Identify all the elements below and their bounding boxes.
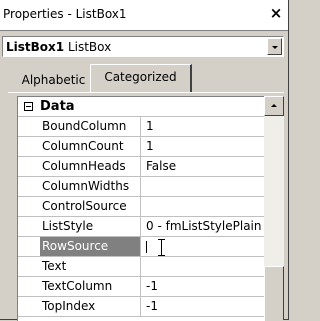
- property-row[interactable]: ColumnHeads False: [18, 157, 265, 177]
- chevron-down-icon: [272, 46, 278, 49]
- ibeam-cursor-icon: [158, 239, 165, 256]
- tab-categorized[interactable]: Categorized: [90, 64, 192, 93]
- property-value[interactable]: 0 - fmListStylePlain: [141, 217, 265, 236]
- tab-strip-edge: [8, 92, 284, 93]
- window-title: Properties - ListBox1: [3, 7, 127, 21]
- chevron-up-icon: [271, 104, 277, 107]
- property-row[interactable]: ColumnWidths: [18, 177, 265, 197]
- property-name: BoundColumn: [40, 117, 141, 136]
- vertical-scrollbar[interactable]: [264, 96, 284, 320]
- property-row[interactable]: TextColumn -1: [18, 277, 265, 297]
- title-bar[interactable]: Properties - ListBox1 ×: [0, 0, 288, 31]
- property-row[interactable]: ControlSource: [18, 197, 265, 217]
- property-value[interactable]: 1: [141, 117, 265, 136]
- scroll-up-button[interactable]: [264, 96, 284, 116]
- property-value[interactable]: 1: [141, 137, 265, 156]
- dropdown-button[interactable]: [267, 38, 282, 55]
- tab-alphabetic[interactable]: Alphabetic: [17, 68, 90, 92]
- property-grid: Data BoundColumn 1 ColumnCount 1 ColumnH…: [17, 96, 265, 321]
- property-value[interactable]: [141, 177, 265, 196]
- property-value[interactable]: -1: [141, 277, 265, 296]
- property-value-input[interactable]: [141, 237, 265, 256]
- property-row[interactable]: BoundColumn 1: [18, 117, 265, 137]
- property-row[interactable]: ListStyle 0 - fmListStylePlain: [18, 217, 265, 237]
- text-caret: [146, 241, 147, 253]
- property-row-selected[interactable]: RowSource: [18, 237, 265, 257]
- property-name: Text: [40, 257, 141, 276]
- property-name: ListStyle: [40, 217, 141, 236]
- property-name: TopIndex: [40, 297, 141, 316]
- close-icon[interactable]: ×: [269, 5, 283, 22]
- object-selector-text: ListBox1 ListBox: [6, 40, 111, 54]
- property-value[interactable]: False: [141, 157, 265, 176]
- scroll-thumb[interactable]: [264, 266, 284, 320]
- property-row[interactable]: Text: [18, 257, 265, 277]
- category-row-data[interactable]: Data: [18, 97, 265, 117]
- object-type: ListBox: [67, 40, 112, 54]
- property-name: TextColumn: [40, 277, 141, 296]
- object-selector-dropdown[interactable]: ListBox1 ListBox: [2, 36, 284, 57]
- property-value[interactable]: [141, 257, 265, 276]
- property-name: ColumnWidths: [40, 177, 141, 196]
- property-name: ControlSource: [40, 197, 141, 216]
- properties-window: Properties - ListBox1 × ListBox1 ListBox…: [0, 0, 289, 321]
- property-value[interactable]: [141, 197, 265, 216]
- object-name: ListBox1: [6, 40, 65, 54]
- property-name: ColumnCount: [40, 137, 141, 156]
- property-value[interactable]: -1: [141, 297, 265, 316]
- property-name: ColumnHeads: [40, 157, 141, 176]
- property-row[interactable]: ColumnCount 1: [18, 137, 265, 157]
- category-label: Data: [40, 99, 75, 114]
- property-name: RowSource: [40, 237, 141, 256]
- property-row[interactable]: TopIndex -1: [18, 297, 265, 317]
- collapse-icon[interactable]: [24, 102, 33, 111]
